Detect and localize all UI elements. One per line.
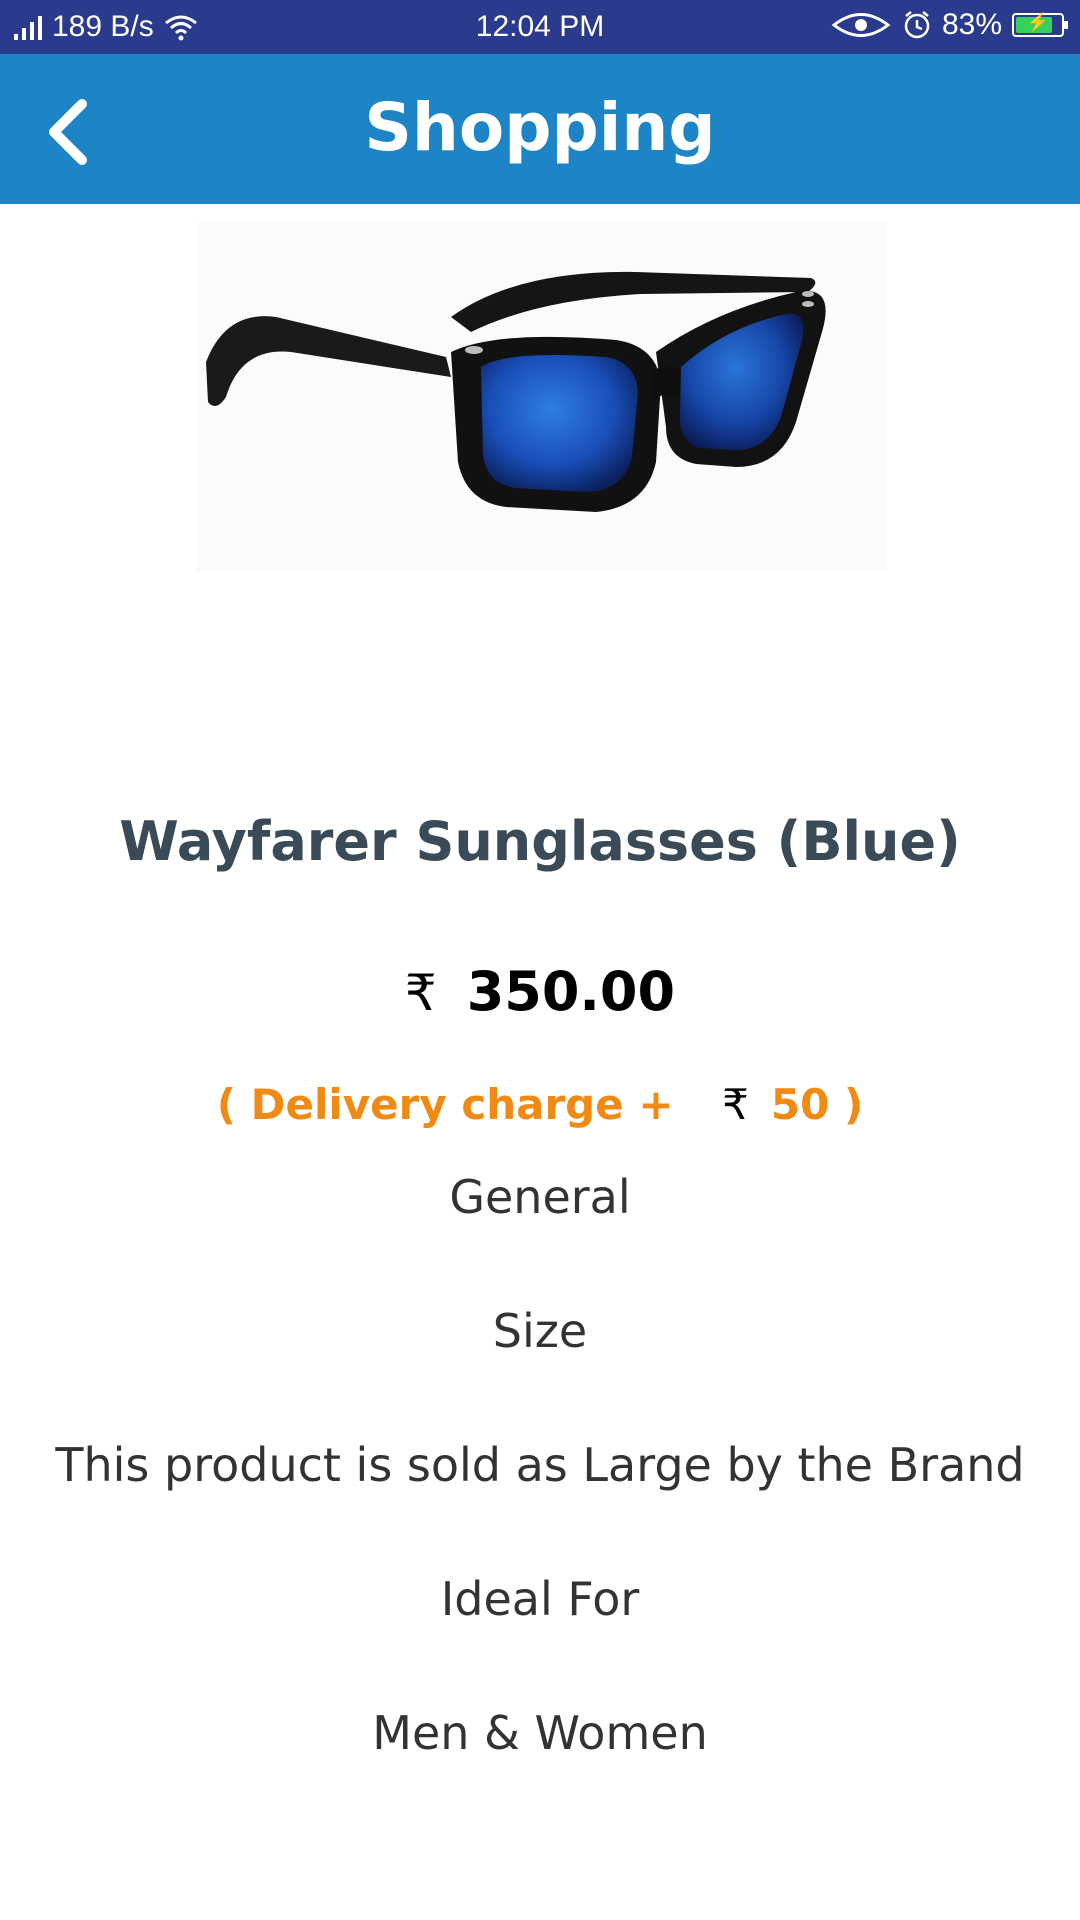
- delivery-rupee-icon: ₹: [722, 1080, 749, 1129]
- spec-ideal-value: Men & Women: [372, 1706, 708, 1760]
- product-price: 350.00: [466, 960, 676, 1023]
- battery-percent: 83%: [941, 8, 1002, 41]
- product-image: [196, 222, 886, 572]
- price-row: ₹350.00: [0, 960, 1080, 1023]
- spec-size-label: Size: [492, 1304, 588, 1358]
- spec-ideal-label: Ideal For: [440, 1572, 640, 1626]
- app-bar: Shopping: [0, 54, 1080, 204]
- status-bar: 189 B/s 12:04 PM 83% ⚡: [0, 0, 1080, 54]
- page-title: Shopping: [364, 89, 716, 166]
- delivery-suffix: ): [829, 1080, 864, 1129]
- spec-size-value: This product is sold as Large by the Bra…: [55, 1438, 1025, 1492]
- rupee-icon: ₹: [404, 964, 437, 1022]
- delivery-prefix: ( Delivery charge +: [216, 1080, 689, 1129]
- status-right: 83% ⚡: [830, 8, 1068, 42]
- delivery-charge: ( Delivery charge + ₹50 ): [0, 1080, 1080, 1129]
- product-title: Wayfarer Sunglasses (Blue): [119, 810, 961, 873]
- spec-category: General: [449, 1170, 631, 1224]
- delivery-amount: 50: [770, 1080, 830, 1129]
- battery-icon: ⚡: [1012, 12, 1068, 37]
- charging-bolt-icon: ⚡: [1026, 12, 1050, 32]
- sunglasses-image: [206, 271, 826, 512]
- alarm-icon: [904, 11, 930, 39]
- eye-icon: [831, 13, 891, 37]
